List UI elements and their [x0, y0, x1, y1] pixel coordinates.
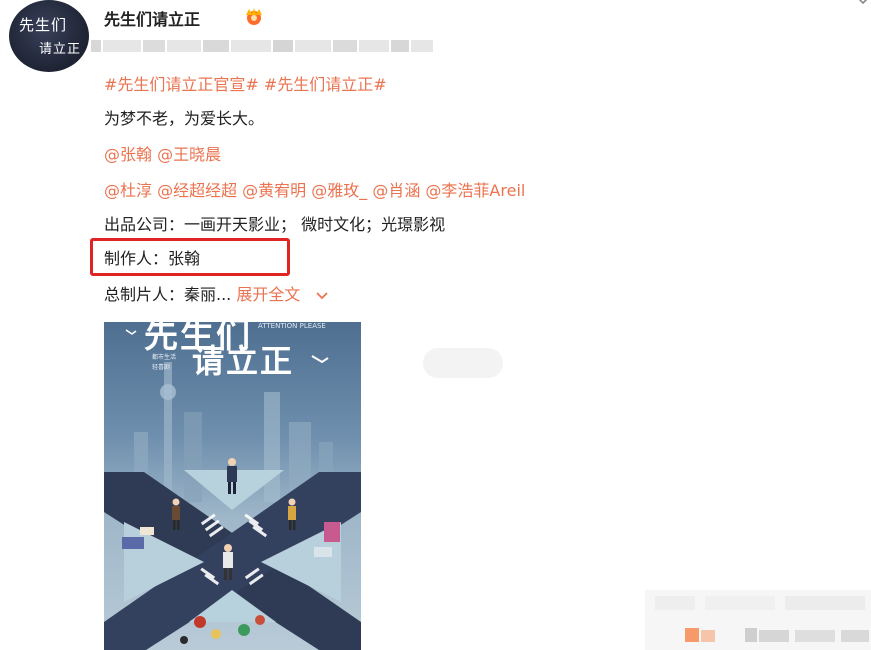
- crown-icon: [246, 8, 262, 25]
- poster-small-text-1: 都市生活: [152, 354, 177, 361]
- blurred-area: [645, 590, 871, 650]
- avatar-text-line1: 先生们: [19, 16, 68, 34]
- avatar[interactable]: 先生们 请立正: [9, 0, 89, 72]
- chief-producer-text: 总制片人：秦丽...: [104, 285, 232, 304]
- weibo-post: 先生们 请立正 先生们请立正 #先生们请立正官宣# #先生们请立正# 为梦不老，…: [0, 0, 871, 650]
- highlight-box: [90, 238, 290, 276]
- mentions-line-2[interactable]: @杜淳 @经超经超 @黄宥明 @雅玫_ @肖涵 @李浩菲Areil: [104, 180, 525, 202]
- company-line: 出品公司：一画开天影业； 微时文化；光璟影视: [104, 215, 446, 234]
- slogan-line: 为梦不老，为爱长大。: [104, 109, 265, 128]
- placeholder-pill: [423, 348, 503, 378]
- poster-english-title: ATTENTION PLEASE: [258, 322, 326, 330]
- post-meta-blurred: [91, 40, 433, 54]
- expand-full-text-link[interactable]: 展开全文: [236, 285, 300, 304]
- mentions-line-1[interactable]: @张翰 @王晓晨: [104, 144, 221, 166]
- username-link[interactable]: 先生们请立正: [104, 6, 200, 30]
- avatar-text-line2: 请立正: [39, 42, 82, 57]
- poster-title-line2: 请立正: [192, 342, 295, 380]
- chief-producer-line: 总制片人：秦丽... 展开全文: [104, 284, 329, 306]
- hashtags-line[interactable]: #先生们请立正官宣# #先生们请立正#: [104, 74, 387, 96]
- poster-small-text-2: 轻喜剧: [152, 364, 171, 371]
- poster-image[interactable]: 先生们 请立正 ATTENTION PLEASE 都市生活 轻喜剧: [104, 322, 361, 650]
- chevron-down-icon[interactable]: [856, 0, 870, 8]
- chevron-down-icon[interactable]: [315, 291, 329, 301]
